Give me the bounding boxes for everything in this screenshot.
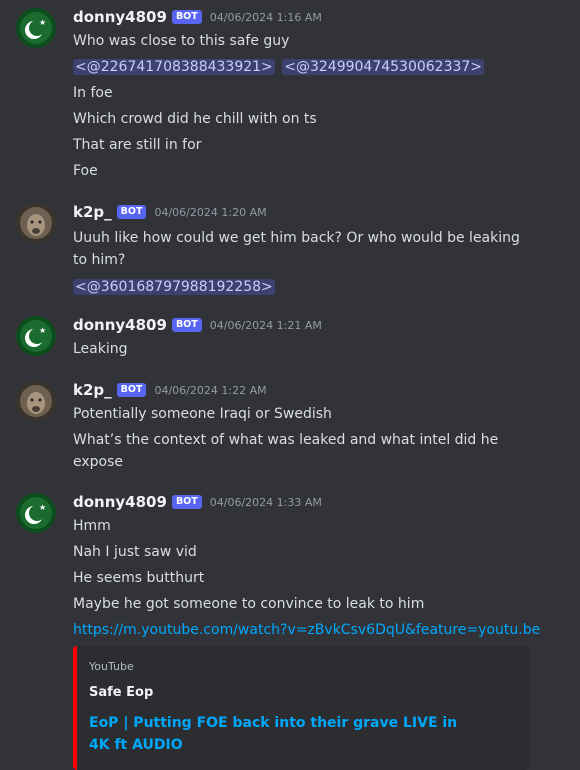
green-flag-avatar-icon: ★ [16, 316, 56, 356]
avatar[interactable]: ★ [16, 493, 56, 533]
message-group: k2p_ BOT 04/06/2024 1:22 AM Potentially … [0, 379, 580, 473]
timestamp: 04/06/2024 1:22 AM [154, 383, 267, 397]
message-text: That are still in for [73, 137, 202, 153]
username[interactable]: k2p_ [73, 203, 112, 221]
bot-tag: BOT [116, 205, 147, 219]
bot-tag: BOT [171, 318, 202, 332]
message-text: He seems butthurt [73, 570, 205, 586]
message-text: Foe [73, 163, 98, 179]
avatar[interactable] [16, 381, 56, 421]
message-text: Leaking [73, 341, 128, 357]
message-group: ★ donny4809 BOT 04/06/2024 1:16 AM Who w… [0, 6, 580, 181]
message-text: Hmm [73, 518, 111, 534]
youtube-link[interactable]: https://m.youtube.com/watch?v=zBvkCsv6Dq… [73, 622, 540, 638]
embed-provider[interactable]: YouTube [89, 660, 517, 673]
lion-avatar-icon [16, 381, 56, 421]
green-flag-avatar-icon: ★ [16, 8, 56, 48]
message-text: Uuuh like how could we get him back? Or … [73, 230, 520, 268]
username[interactable]: donny4809 [73, 316, 167, 334]
bot-tag: BOT [171, 495, 202, 509]
message-text: Who was close to this safe guy [73, 33, 290, 49]
bot-tag: BOT [116, 383, 147, 397]
user-mention[interactable]: <@360168797988192258> [73, 279, 275, 295]
message-header: k2p_ BOT 04/06/2024 1:22 AM [73, 379, 580, 401]
timestamp: 04/06/2024 1:33 AM [209, 495, 322, 509]
username[interactable]: donny4809 [73, 8, 167, 26]
message-text: Potentially someone Iraqi or Swedish [73, 406, 332, 422]
message-text: What’s the context of what was leaked an… [73, 432, 499, 470]
message-mentions: <@226741708388433921> <@3249904745300623… [73, 58, 533, 77]
message-link-line: https://m.youtube.com/watch?v=zBvkCsv6Dq… [73, 621, 540, 640]
message-header: donny4809 BOT 04/06/2024 1:21 AM [73, 314, 580, 336]
timestamp: 04/06/2024 1:21 AM [209, 318, 322, 332]
svg-text:★: ★ [39, 326, 46, 335]
message-group: k2p_ BOT 04/06/2024 1:20 AM Uuuh like ho… [0, 201, 580, 297]
message-header: donny4809 BOT 04/06/2024 1:33 AM [73, 491, 580, 513]
youtube-embed: YouTube Safe Eop EoP | Putting FOE back … [73, 646, 529, 770]
avatar[interactable] [16, 203, 56, 243]
message-text: In foe [73, 85, 113, 101]
timestamp: 04/06/2024 1:20 AM [154, 205, 267, 219]
embed-title[interactable]: EoP | Putting FOE back into their grave … [89, 712, 479, 756]
message-group: ★ donny4809 BOT 04/06/2024 1:21 AM Leaki… [0, 314, 580, 359]
timestamp: 04/06/2024 1:16 AM [209, 10, 322, 24]
avatar[interactable]: ★ [16, 8, 56, 48]
message-group: ★ donny4809 BOT 04/06/2024 1:33 AM Hmm N… [0, 491, 580, 770]
message-text: Which crowd did he chill with on ts [73, 111, 317, 127]
svg-text:★: ★ [39, 503, 46, 512]
user-mention[interactable]: <@226741708388433921> [73, 59, 275, 75]
svg-text:★: ★ [39, 18, 46, 27]
chat-messages: ★ donny4809 BOT 04/06/2024 1:16 AM Who w… [0, 0, 580, 770]
message-header: k2p_ BOT 04/06/2024 1:20 AM [73, 201, 580, 223]
embed-author[interactable]: Safe Eop [89, 685, 517, 700]
bot-tag: BOT [171, 10, 202, 24]
message-mentions: <@360168797988192258> [73, 278, 533, 297]
message-header: donny4809 BOT 04/06/2024 1:16 AM [73, 6, 580, 28]
message-text: Maybe he got someone to convince to leak… [73, 596, 425, 612]
avatar[interactable]: ★ [16, 316, 56, 356]
user-mention[interactable]: <@324990474530062337> [282, 59, 485, 75]
green-flag-avatar-icon: ★ [16, 493, 56, 533]
username[interactable]: k2p_ [73, 381, 112, 399]
username[interactable]: donny4809 [73, 493, 167, 511]
lion-avatar-icon [16, 203, 56, 243]
message-text: Nah I just saw vid [73, 544, 197, 560]
